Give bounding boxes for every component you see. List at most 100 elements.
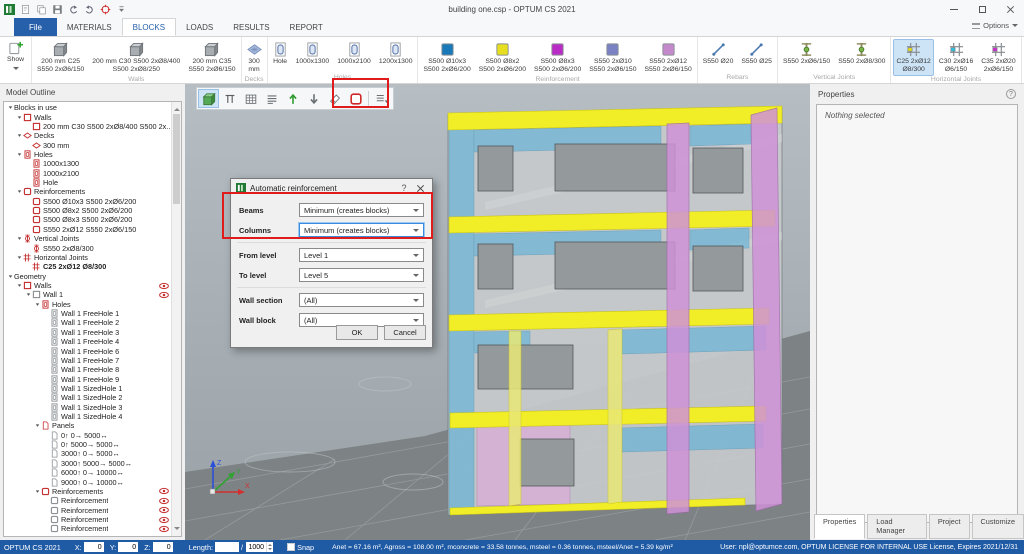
level-up-button[interactable] [282,89,303,108]
block-item[interactable]: 200 mm C25 S550 2xØ6/150 [34,39,87,76]
visibility-eye-icon[interactable] [159,524,169,534]
block-item[interactable]: C25 2xØ12 Ø8/300 [893,39,933,76]
tree-item[interactable]: 1000x2100 [4,169,171,178]
tree-item[interactable]: 0↑ 0→ 5000↔ [4,431,171,440]
stepper-arrows-icon[interactable] [266,542,273,552]
disk-icon[interactable] [51,3,64,16]
redo-icon[interactable] [83,3,96,16]
block-item[interactable]: C35 2xØ20 2xØ6/150 [978,39,1018,76]
section-lines-button[interactable] [261,89,282,108]
tree-item[interactable]: Horizontal Joints [4,253,171,262]
panel-tab-load-manager[interactable]: Load Manager [867,514,927,539]
tree-item[interactable]: S500 Ø8x3 S500 2xØ6/200 [4,215,171,224]
tree-item[interactable]: Wall 1 SizedHole 4 [4,412,171,421]
tree-item[interactable]: Wall 1 FreeHole 6 [4,346,171,355]
scale-input[interactable] [246,542,266,552]
tab-materials[interactable]: MATERIALS [57,18,122,36]
tab-results[interactable]: RESULTS [223,18,279,36]
tree-item[interactable]: Holes [4,300,171,309]
tree-item[interactable]: Wall 1 FreeHole 3 [4,328,171,337]
tree-item[interactable]: 1000x1300 [4,159,171,168]
close-button[interactable] [996,0,1024,18]
tree-item[interactable]: Wall 1 SizedHole 2 [4,393,171,402]
block-item[interactable]: S550 Ø20 [700,39,737,68]
block-item[interactable]: S500 Ø8x2 S500 2xØ6/200 [476,39,529,76]
from-level-select[interactable]: Level 1 [299,248,424,262]
block-item[interactable]: Hole [270,39,291,68]
expand-arrow-icon[interactable] [33,488,41,495]
visibility-eye-icon[interactable] [159,290,169,300]
tree-item[interactable]: Wall 1 SizedHole 1 [4,384,171,393]
tree-item[interactable]: 0↑ 5000→ 5000↔ [4,440,171,449]
panel-tab-properties[interactable]: Properties [814,514,865,539]
caret-icon[interactable] [115,3,128,16]
tree-item[interactable]: Walls [4,112,171,121]
block-item[interactable]: 200 mm C35 S550 2xØ6/150 [185,39,238,76]
block-item[interactable]: S550 2xØ10 S550 2xØ6/150 [586,39,639,76]
tree-item[interactable]: Wall 1 FreeHole 7 [4,356,171,365]
block-item[interactable]: S550 Ø25 [738,39,775,68]
tab-file[interactable]: File [14,18,57,36]
tree-item[interactable]: Wall 1 SizedHole 3 [4,403,171,412]
dialog-close-button[interactable] [415,182,427,194]
ok-button[interactable]: OK [336,325,378,340]
tree-item[interactable]: Wall 1 FreeHole 4 [4,337,171,346]
cancel-button[interactable]: Cancel [384,325,426,340]
tree-item[interactable]: 3000↑ 0→ 5000↔ [4,449,171,458]
tree-item[interactable]: Wall 1 FreeHole 1 [4,309,171,318]
tree-item[interactable]: Walls [4,281,171,290]
tree-item[interactable]: Reinforcement [4,505,171,514]
tree-item[interactable]: Reinforcement [4,524,171,533]
panel-tab-project[interactable]: Project [929,514,970,539]
tree-item[interactable]: Blocks in use [4,103,171,112]
expand-arrow-icon[interactable] [15,188,23,195]
expand-arrow-icon[interactable] [33,301,41,308]
tree-item[interactable]: Wall 1 [4,290,171,299]
tree-item[interactable]: Reinforcements [4,187,171,196]
expand-arrow-icon[interactable] [15,254,23,261]
beams-select[interactable]: Minimum (creates blocks) [299,203,424,217]
tree-item[interactable]: 9000↑ 0→ 10000↔ [4,477,171,486]
tree-item[interactable]: Wall 1 FreeHole 9 [4,374,171,383]
expand-arrow-icon[interactable] [15,151,23,158]
block-item[interactable]: S550 2xØ12 S550 2xØ6/150 [641,39,694,76]
block-item[interactable]: 1000x1300 [293,39,333,68]
to-level-select[interactable]: Level 5 [299,268,424,282]
expand-arrow-icon[interactable] [6,104,14,111]
tree-item[interactable]: Reinforcement [4,515,171,524]
panel-tab-customize[interactable]: Customize [972,514,1024,539]
dialog-titlebar[interactable]: Automatic reinforcement [231,179,432,197]
help-icon[interactable] [1006,89,1016,99]
x-coordinate-input[interactable] [84,542,104,552]
expand-arrow-icon[interactable] [6,273,14,280]
block-item[interactable]: S550 2xØ8/300 [835,39,888,68]
tree-item[interactable]: S550 2xØ12 S550 2xØ6/150 [4,225,171,234]
tab-loads[interactable]: LOADS [176,18,223,36]
tree-item[interactable]: S500 Ø10x3 S500 2xØ6/200 [4,197,171,206]
tree-item[interactable]: Reinforcement [4,496,171,505]
shaded-view-button[interactable] [198,89,219,108]
tree-item[interactable]: 200 mm C30 S500 2xØ8/400 S500 2x... [4,122,171,131]
tree-item[interactable]: 6000↑ 0→ 10000↔ [4,468,171,477]
block-item[interactable]: C30 2xØ16 Ø6/150 [936,39,976,76]
tree-item[interactable]: S550 2xØ8/300 [4,243,171,252]
minimize-button[interactable] [940,0,968,18]
expand-arrow-icon[interactable] [15,132,23,139]
target-icon[interactable] [99,3,112,16]
tree-item[interactable]: C25 2xØ12 Ø8/300 [4,262,171,271]
hole-tool-button[interactable] [345,89,366,108]
z-coordinate-input[interactable] [153,542,173,552]
tree-item[interactable]: Holes [4,150,171,159]
expand-arrow-icon[interactable] [15,282,23,289]
tree-item[interactable]: S500 Ø8x2 S500 2xØ6/200 [4,206,171,215]
tree-item[interactable]: Wall 1 FreeHole 8 [4,365,171,374]
tree-item[interactable]: Hole [4,178,171,187]
tree-item[interactable]: Reinforcements [4,487,171,496]
wall-section-select[interactable]: (All) [299,293,424,307]
copy-icon[interactable] [35,3,48,16]
tree-item[interactable]: Geometry [4,271,171,280]
grid-toggle-button[interactable] [240,89,261,108]
block-item[interactable]: 1200x1300 [376,39,416,68]
tree-item[interactable]: Panels [4,421,171,430]
length-input[interactable] [215,542,239,552]
